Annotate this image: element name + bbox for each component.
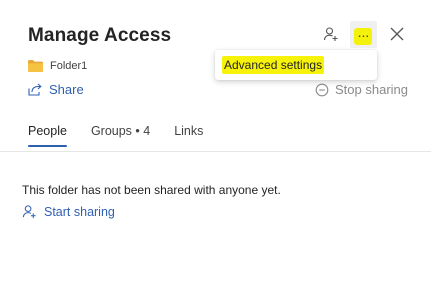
folder-name: Folder1 — [50, 60, 88, 72]
manage-access-panel: Manage Access ... Folder1 Share Stop sha… — [0, 0, 431, 289]
more-icon: ... — [357, 23, 370, 40]
share-link[interactable]: Share — [28, 82, 84, 97]
folder-icon — [28, 60, 43, 72]
page-title: Manage Access — [28, 25, 172, 46]
menu-item-advanced-settings[interactable]: Advanced settings — [222, 56, 325, 74]
stop-sharing-icon — [315, 83, 329, 96]
start-sharing-link[interactable]: Start sharing — [22, 204, 115, 219]
more-options-button[interactable]: ... — [350, 21, 377, 48]
close-icon — [390, 27, 404, 41]
tab-links[interactable]: Links — [174, 124, 203, 147]
start-sharing-label: Start sharing — [44, 204, 115, 219]
person-add-icon — [323, 27, 338, 41]
person-add-button[interactable] — [318, 21, 344, 47]
folder-row: Folder1 — [28, 60, 87, 72]
start-sharing-icon — [22, 205, 36, 219]
tab-people[interactable]: People — [28, 124, 67, 147]
tab-groups[interactable]: Groups • 4 — [91, 124, 150, 147]
stop-sharing-label: Stop sharing — [335, 82, 408, 97]
share-label: Share — [49, 82, 84, 97]
more-options-menu: Advanced settings — [215, 50, 377, 80]
tab-bar: People Groups • 4 Links — [28, 124, 227, 147]
stop-sharing-button[interactable]: Stop sharing — [315, 82, 408, 97]
close-button[interactable] — [384, 21, 410, 47]
share-icon — [28, 83, 42, 96]
tabs-divider — [0, 151, 431, 152]
empty-state-message: This folder has not been shared with any… — [22, 183, 281, 197]
